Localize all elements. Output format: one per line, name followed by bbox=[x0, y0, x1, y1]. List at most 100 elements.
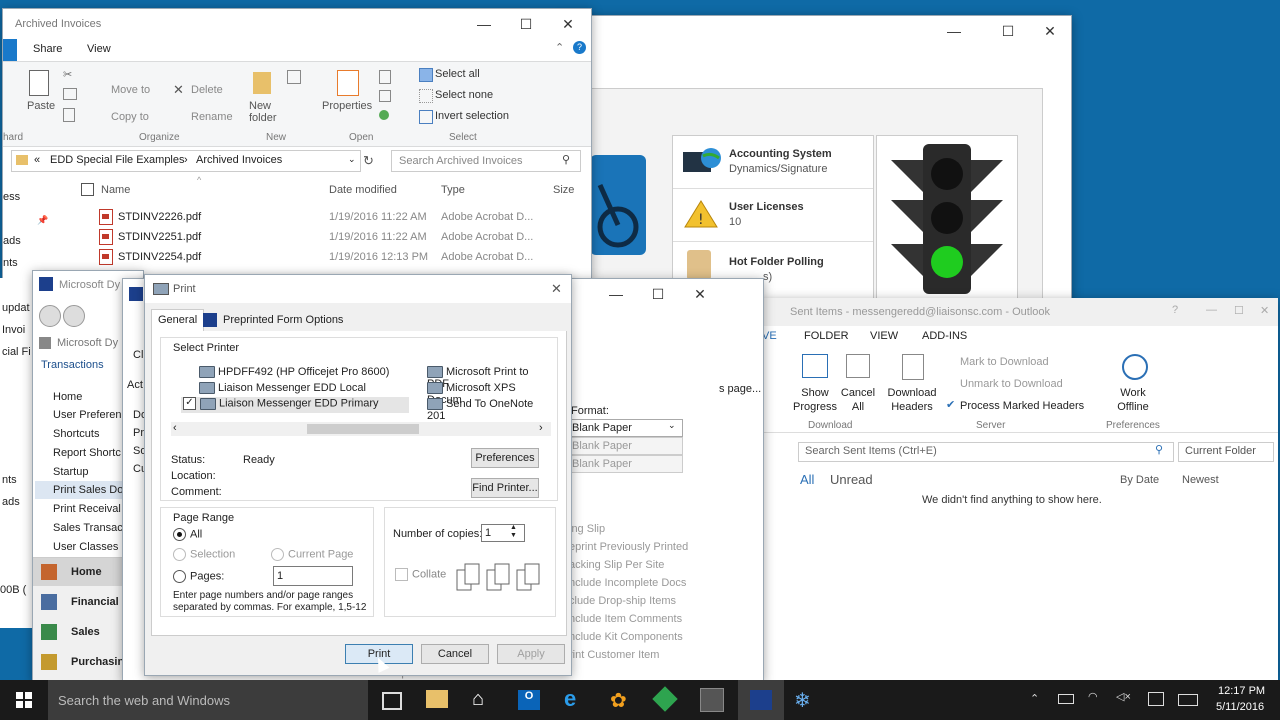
table-row[interactable]: STDINV2226.pdf 1/19/2016 11:22 AM Adobe … bbox=[99, 209, 589, 227]
column-size[interactable]: Size bbox=[553, 184, 574, 196]
forward-button[interactable] bbox=[63, 305, 85, 327]
app-flower-icon[interactable]: ✿ bbox=[610, 688, 627, 713]
column-type[interactable]: Type bbox=[441, 184, 465, 196]
scroll-right-icon[interactable]: › bbox=[539, 422, 543, 434]
option-item[interactable]: nclude Kit Components bbox=[569, 631, 683, 643]
pages-button[interactable]: s page... bbox=[719, 383, 761, 395]
tab-add-ins[interactable]: ADD-INS bbox=[922, 330, 967, 342]
minimize-button[interactable]: — bbox=[593, 279, 639, 309]
delete-button[interactable]: Delete bbox=[191, 84, 223, 96]
printer-item[interactable]: Liaison Messenger EDD Local bbox=[199, 382, 366, 395]
notification-icon[interactable] bbox=[1148, 692, 1164, 706]
history-icon[interactable] bbox=[379, 110, 389, 120]
area-financial[interactable]: Financial bbox=[71, 596, 119, 608]
close-button[interactable]: ✕ bbox=[677, 279, 723, 309]
maximize-button[interactable]: ☐ bbox=[635, 279, 681, 309]
search-input[interactable]: Search Archived Invoices bbox=[399, 155, 523, 167]
radio-current-page[interactable]: Current Page bbox=[271, 548, 353, 561]
tab-share[interactable]: Share bbox=[33, 43, 62, 55]
minimize-button[interactable]: — bbox=[931, 16, 977, 46]
option-item[interactable]: nclude Incomplete Docs bbox=[569, 577, 686, 589]
scope-dropdown[interactable]: Current Folder bbox=[1178, 442, 1274, 462]
printer-item-selected[interactable]: ✓ Liaison Messenger EDD Primary bbox=[181, 397, 409, 413]
clock-time[interactable]: 12:17 PM bbox=[1218, 685, 1265, 697]
app-green-icon[interactable] bbox=[652, 686, 678, 712]
close-button[interactable]: ✕ bbox=[551, 281, 562, 297]
nav-item-print-receivables[interactable]: Print Receival bbox=[53, 503, 121, 515]
help-icon[interactable]: ? bbox=[573, 41, 586, 54]
nav-item-home[interactable]: Home bbox=[53, 391, 82, 403]
unmark-to-download-button[interactable]: Unmark to Download bbox=[960, 378, 1063, 390]
stepper-arrows-icon[interactable]: ▲ ▼ bbox=[510, 524, 517, 540]
printer-item[interactable]: Send To OneNote 201 bbox=[427, 398, 551, 422]
radio-pages[interactable]: Pages: bbox=[173, 570, 224, 583]
properties-icon[interactable] bbox=[337, 70, 359, 96]
download-headers-button[interactable]: Download Headers bbox=[884, 386, 940, 414]
tray-chevron-icon[interactable]: ⌃ bbox=[1030, 692, 1039, 705]
process-marked-headers-button[interactable]: Process Marked Headers bbox=[960, 400, 1084, 412]
format-select[interactable]: Blank Paper bbox=[569, 437, 683, 455]
mark-to-download-button[interactable]: Mark to Download bbox=[960, 356, 1049, 368]
column-name[interactable]: Name bbox=[101, 184, 130, 196]
sort-by[interactable]: By Date bbox=[1120, 474, 1159, 486]
toolbar-clear[interactable]: Cl bbox=[133, 349, 143, 361]
filter-unread[interactable]: Unread bbox=[830, 472, 873, 487]
edge-icon[interactable]: e bbox=[564, 686, 576, 712]
search-input[interactable]: Search Sent Items (Ctrl+E) bbox=[805, 445, 937, 457]
select-all-button[interactable]: Select all bbox=[435, 68, 480, 80]
nav-item-sales-transactions[interactable]: Sales Transact bbox=[53, 522, 126, 534]
search-box[interactable]: Search Archived Invoices ⚲ bbox=[391, 150, 581, 172]
option-item[interactable]: rint Customer Item bbox=[569, 649, 659, 661]
nav-item[interactable]: cial Fi bbox=[2, 346, 31, 358]
nav-item-report-shortcuts[interactable]: Report Shortc bbox=[53, 447, 121, 459]
show-progress-button[interactable]: Show Progress bbox=[792, 386, 838, 414]
rename-button[interactable]: Rename bbox=[191, 111, 233, 123]
app-snowflake-icon[interactable]: ❄ bbox=[794, 688, 811, 713]
nav-item-user-preferences[interactable]: User Preferen bbox=[53, 409, 121, 421]
select-all-checkbox[interactable] bbox=[81, 183, 94, 196]
help-icon[interactable]: ? bbox=[1172, 304, 1178, 316]
new-item-icon[interactable] bbox=[287, 70, 301, 84]
scroll-thumb[interactable] bbox=[307, 424, 419, 434]
nav-item[interactable]: updat bbox=[2, 302, 30, 314]
address-bar[interactable]: « EDD Special File Examples › Archived I… bbox=[11, 150, 361, 172]
format-select[interactable]: Blank Paper ⌄ bbox=[569, 419, 683, 437]
close-button[interactable]: ✕ bbox=[545, 9, 591, 39]
move-to-button[interactable]: Move to bbox=[111, 84, 150, 96]
default-printer-checkbox[interactable]: ✓ bbox=[183, 397, 196, 410]
pin-icon[interactable]: 📌 bbox=[37, 215, 48, 226]
table-row[interactable]: STDINV2251.pdf 1/19/2016 11:22 AM Adobe … bbox=[99, 229, 589, 247]
cancel-all-button[interactable]: Cancel All bbox=[840, 386, 876, 414]
option-item[interactable]: clude Drop-ship Items bbox=[569, 595, 676, 607]
paste-shortcut-icon[interactable] bbox=[63, 108, 75, 122]
start-button[interactable] bbox=[16, 692, 32, 708]
maximize-button[interactable]: ☐ bbox=[1234, 304, 1244, 317]
outlook-icon[interactable]: O bbox=[518, 690, 540, 710]
nav-item[interactable]: nts bbox=[2, 474, 17, 486]
breadcrumb-overflow[interactable]: « bbox=[34, 154, 40, 166]
radio-all[interactable]: All bbox=[173, 528, 202, 541]
column-date[interactable]: Date modified bbox=[329, 184, 397, 196]
nav-item-user-classes[interactable]: User Classes bbox=[53, 541, 118, 553]
pages-input[interactable]: 1 bbox=[273, 566, 353, 586]
minimize-button[interactable]: — bbox=[1206, 304, 1217, 316]
search-icon[interactable]: ⚲ bbox=[562, 153, 570, 166]
outlook-search[interactable]: Search Sent Items (Ctrl+E) ⚲ bbox=[798, 442, 1174, 462]
actions-menu[interactable]: Act bbox=[127, 379, 143, 391]
open-icon[interactable] bbox=[379, 70, 391, 84]
work-offline-button[interactable]: Work Offline bbox=[1110, 386, 1156, 414]
option-item[interactable]: eprint Previously Printed bbox=[569, 541, 688, 553]
invert-selection-button[interactable]: Invert selection bbox=[435, 110, 509, 122]
area-purchasing[interactable]: Purchasin bbox=[71, 656, 124, 668]
app-photo-icon[interactable] bbox=[700, 688, 724, 712]
nav-item[interactable]: nts bbox=[3, 257, 18, 269]
copy-path-icon[interactable] bbox=[63, 88, 77, 100]
minimize-button[interactable]: — bbox=[461, 9, 507, 39]
tab-send-receive[interactable]: VE bbox=[762, 330, 777, 342]
task-view-icon[interactable] bbox=[382, 692, 402, 710]
home-app-icon[interactable]: ⌂ bbox=[472, 688, 484, 711]
close-button[interactable]: ✕ bbox=[1027, 16, 1071, 46]
refresh-icon[interactable]: ↻ bbox=[363, 153, 374, 169]
collate-checkbox[interactable]: Collate bbox=[395, 568, 446, 581]
cancel-button[interactable]: Cancel bbox=[421, 644, 489, 664]
